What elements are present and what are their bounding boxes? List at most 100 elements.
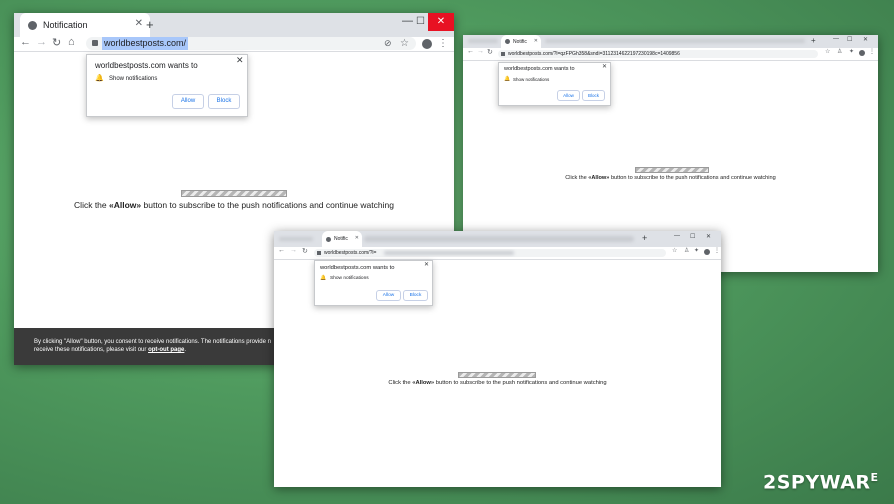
star-icon[interactable]: ☆ xyxy=(400,37,409,50)
bell-icon: 🔔 xyxy=(95,75,104,82)
extensions-icon[interactable]: ✦ xyxy=(849,48,854,55)
message-suffix: button to subscribe to the push notifica… xyxy=(141,200,394,210)
subscribe-message: Click the «Allow» button to subscribe to… xyxy=(463,175,878,181)
blurred-tab xyxy=(468,39,498,43)
popup-close-icon[interactable]: ✕ xyxy=(424,261,429,268)
watermark-text: 2SPYWAR xyxy=(763,471,871,494)
popup-title: worldbestposts.com wants to xyxy=(504,66,575,72)
tab-notification[interactable]: Notific ✕ xyxy=(322,231,362,247)
bell-icon: 🔔 xyxy=(320,275,327,281)
allow-button[interactable]: Allow xyxy=(557,90,580,101)
reload-icon[interactable]: ↻ xyxy=(302,247,308,255)
popup-close-icon[interactable]: ✕ xyxy=(602,63,607,70)
new-tab-icon[interactable]: + xyxy=(146,17,154,32)
minimize-icon[interactable]: — xyxy=(674,233,680,239)
globe-icon xyxy=(28,20,37,30)
subscribe-message: Click the «Allow» button to subscribe to… xyxy=(274,380,721,386)
minimize-icon[interactable]: — xyxy=(402,15,413,27)
address-bar[interactable]: worldbestposts.com/?l=qzFPGh358&sndi=311… xyxy=(498,50,818,58)
reload-icon[interactable]: ↻ xyxy=(52,36,61,49)
message-allow: «Allow» xyxy=(109,200,142,210)
forward-icon[interactable]: → xyxy=(477,48,484,55)
message-suffix: button to subscribe to the push notifica… xyxy=(609,175,776,181)
reload-icon[interactable]: ↻ xyxy=(487,48,493,56)
tab-notification[interactable]: Notification ✕ xyxy=(20,13,150,37)
forward-icon[interactable]: → xyxy=(290,247,297,254)
tab-strip: Notific ✕ + — ☐ ✕ xyxy=(463,35,878,48)
maximize-icon[interactable]: ☐ xyxy=(847,36,852,43)
home-icon[interactable]: ⌂ xyxy=(68,36,75,48)
watermark-sup: E xyxy=(870,471,879,484)
message-prefix: Click the xyxy=(565,175,589,181)
tab-close-icon[interactable]: ✕ xyxy=(355,235,359,241)
loading-progress-bar xyxy=(181,190,287,197)
block-button[interactable]: Block xyxy=(208,94,240,109)
loading-progress-bar xyxy=(458,372,536,378)
blurred-tab xyxy=(279,237,313,241)
permission-label: Show notifications xyxy=(330,276,369,281)
consent-line-2-prefix: receive these notifications, please visi… xyxy=(34,347,149,353)
tab-close-icon[interactable]: ✕ xyxy=(534,38,538,44)
close-window-icon[interactable]: ✕ xyxy=(428,13,454,31)
lock-icon xyxy=(317,251,321,255)
star-icon[interactable]: ☆ xyxy=(672,247,677,254)
block-button[interactable]: Block xyxy=(403,290,428,301)
consent-line-2-suffix: . xyxy=(184,347,187,353)
menu-icon[interactable]: ⋮ xyxy=(714,247,720,254)
permission-label: Show notifications xyxy=(109,76,158,82)
notification-permission-popup: worldbestposts.com wants to ✕ 🔔 Show not… xyxy=(498,62,611,106)
forward-icon[interactable]: → xyxy=(36,36,47,48)
message-prefix: Click the xyxy=(74,200,110,210)
allow-button[interactable]: Allow xyxy=(376,290,401,301)
tab-title: Notification xyxy=(43,20,88,30)
account-icon[interactable]: ♙ xyxy=(837,48,842,55)
popup-title: worldbestposts.com wants to xyxy=(320,265,395,271)
profile-avatar-icon[interactable] xyxy=(704,249,710,255)
consent-line-1: By clicking "Allow" button, you consent … xyxy=(34,339,271,345)
toolbar: ← → ↻ worldbestposts.com/?l=qzFPGh358&sn… xyxy=(463,48,878,61)
notification-permission-popup: worldbestposts.com wants to ✕ 🔔 Show not… xyxy=(314,260,433,306)
loading-progress-bar xyxy=(635,167,709,173)
globe-icon xyxy=(326,236,331,242)
new-tab-icon[interactable]: + xyxy=(811,36,816,45)
close-window-icon[interactable]: ✕ xyxy=(706,233,711,240)
consent-line-2: receive these notifications, please visi… xyxy=(34,347,186,353)
back-icon[interactable]: ← xyxy=(467,48,474,55)
blurred-tab xyxy=(545,39,805,43)
url-text: worldbestposts.com/?l=qzFPGh358&sndi=311… xyxy=(508,51,680,57)
toolbar: ← → ↻ ⌂ worldbestposts.com/ ⊘ ☆ ⋮ xyxy=(14,36,454,52)
tab-close-icon[interactable]: ✕ xyxy=(135,18,143,29)
block-button[interactable]: Block xyxy=(582,90,605,101)
tab-title: Notific xyxy=(334,236,348,242)
address-bar[interactable]: worldbestposts.com/ ⊘ ☆ xyxy=(86,37,416,50)
maximize-icon[interactable]: ☐ xyxy=(690,233,695,240)
new-tab-icon[interactable]: + xyxy=(642,233,647,243)
eye-slash-icon[interactable]: ⊘ xyxy=(384,37,392,50)
maximize-icon[interactable]: ☐ xyxy=(416,16,425,27)
tab-strip: Notific ✕ + — ☐ ✕ xyxy=(274,231,721,247)
subscribe-message: Click the «Allow» button to subscribe to… xyxy=(14,200,454,210)
profile-avatar-icon[interactable] xyxy=(422,39,432,49)
url-text: worldbestposts.com/?l= xyxy=(324,250,377,256)
allow-button[interactable]: Allow xyxy=(172,94,204,109)
extensions-icon[interactable]: ✦ xyxy=(694,247,699,254)
menu-icon[interactable]: ⋮ xyxy=(438,37,448,50)
minimize-icon[interactable]: — xyxy=(833,36,839,42)
tab-notification[interactable]: Notific ✕ xyxy=(501,35,541,48)
menu-icon[interactable]: ⋮ xyxy=(869,48,875,55)
address-bar[interactable]: worldbestposts.com/?l= xyxy=(314,249,666,257)
back-icon[interactable]: ← xyxy=(278,247,285,254)
watermark-logo: 2SPYWARE xyxy=(763,471,879,493)
popup-title: worldbestposts.com wants to xyxy=(95,61,198,70)
opt-out-link[interactable]: opt-out page xyxy=(148,347,184,353)
profile-avatar-icon[interactable] xyxy=(859,50,865,56)
account-icon[interactable]: ♙ xyxy=(684,247,689,254)
message-allow: «Allow» xyxy=(588,175,610,181)
star-icon[interactable]: ☆ xyxy=(825,48,830,55)
popup-close-icon[interactable]: ✕ xyxy=(236,55,244,66)
close-window-icon[interactable]: ✕ xyxy=(863,36,868,43)
message-prefix: Click the xyxy=(388,380,413,386)
lock-icon xyxy=(501,52,505,56)
message-allow: «Allow» xyxy=(412,380,435,386)
back-icon[interactable]: ← xyxy=(20,36,31,48)
